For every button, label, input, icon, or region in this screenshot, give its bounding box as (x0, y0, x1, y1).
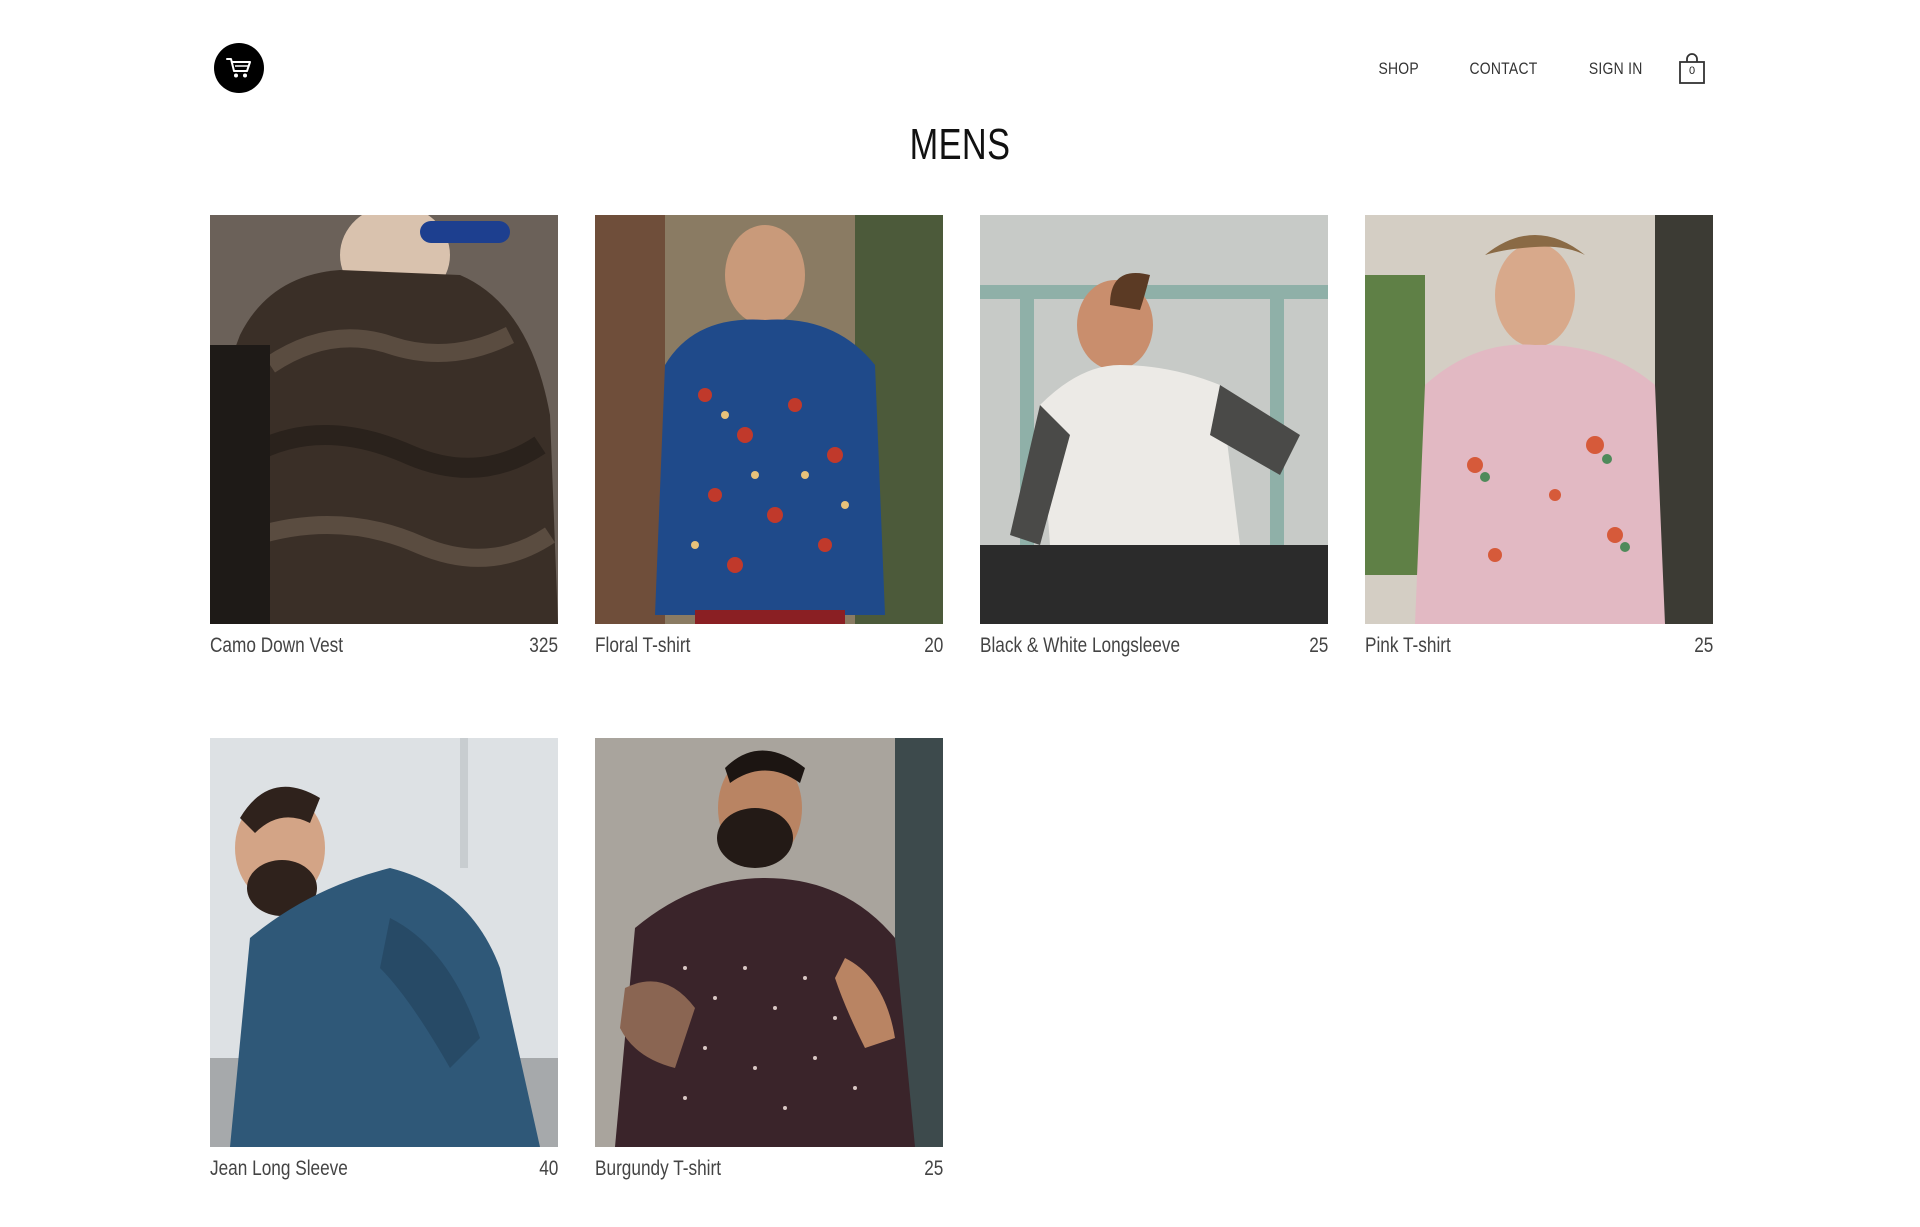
shop-page: SHOP CONTACT SIGN IN 0 MENS Camo Down Ve… (0, 0, 1920, 1227)
product-grid: Camo Down Vest 325 Floral T-shirt 20 Bla… (210, 215, 1713, 1181)
product-card-jean-long-sleeve[interactable]: Jean Long Sleeve 40 (210, 738, 558, 1181)
product-price: 40 (538, 1157, 558, 1180)
product-image[interactable] (595, 215, 943, 624)
product-meta: Black & White Longsleeve 25 (980, 634, 1328, 658)
product-name[interactable]: Camo Down Vest (210, 634, 343, 658)
product-name[interactable]: Floral T-shirt (595, 634, 690, 658)
nav-shop[interactable]: SHOP (1379, 59, 1420, 79)
product-name[interactable]: Black & White Longsleeve (980, 634, 1180, 658)
product-card-burgundy-t-shirt[interactable]: Burgundy T-shirt 25 (595, 738, 943, 1181)
product-meta: Burgundy T-shirt 25 (595, 1157, 943, 1181)
nav-contact[interactable]: CONTACT (1469, 59, 1537, 79)
product-card-pink-t-shirt[interactable]: Pink T-shirt 25 (1365, 215, 1713, 658)
product-image[interactable] (1365, 215, 1713, 624)
product-card-camo-down-vest[interactable]: Camo Down Vest 325 (210, 215, 558, 658)
product-photo-graphic (595, 215, 943, 624)
nav-sign-in[interactable]: SIGN IN (1588, 59, 1642, 79)
product-meta: Pink T-shirt 25 (1365, 634, 1713, 658)
cart-icon (226, 58, 251, 78)
product-image[interactable] (210, 215, 558, 624)
product-photo-graphic (980, 215, 1328, 624)
product-price: 25 (923, 1157, 943, 1180)
product-image[interactable] (980, 215, 1328, 624)
product-meta: Floral T-shirt 20 (595, 634, 943, 658)
product-photo-graphic (595, 738, 943, 1147)
cart-count: 0 (1688, 65, 1696, 77)
product-image[interactable] (210, 738, 558, 1147)
product-price: 25 (1308, 634, 1328, 657)
product-name[interactable]: Pink T-shirt (1365, 634, 1451, 658)
product-photo-graphic (210, 215, 558, 624)
main-nav: SHOP CONTACT SIGN IN 0 (1336, 52, 1706, 86)
product-price: 25 (1693, 634, 1713, 657)
product-image[interactable] (595, 738, 943, 1147)
product-name[interactable]: Burgundy T-shirt (595, 1157, 721, 1181)
cart-button[interactable]: 0 (1678, 53, 1706, 85)
product-price: 325 (529, 634, 558, 657)
product-card-black-white-longsleeve[interactable]: Black & White Longsleeve 25 (980, 215, 1328, 658)
product-price: 20 (923, 634, 943, 657)
product-card-floral-t-shirt[interactable]: Floral T-shirt 20 (595, 215, 943, 658)
product-photo-graphic (1365, 215, 1713, 624)
product-meta: Jean Long Sleeve 40 (210, 1157, 558, 1181)
product-photo-graphic (210, 738, 558, 1147)
product-meta: Camo Down Vest 325 (210, 634, 558, 658)
page-title: MENS (909, 120, 1011, 169)
home-logo[interactable] (214, 43, 264, 93)
product-name[interactable]: Jean Long Sleeve (210, 1157, 348, 1181)
